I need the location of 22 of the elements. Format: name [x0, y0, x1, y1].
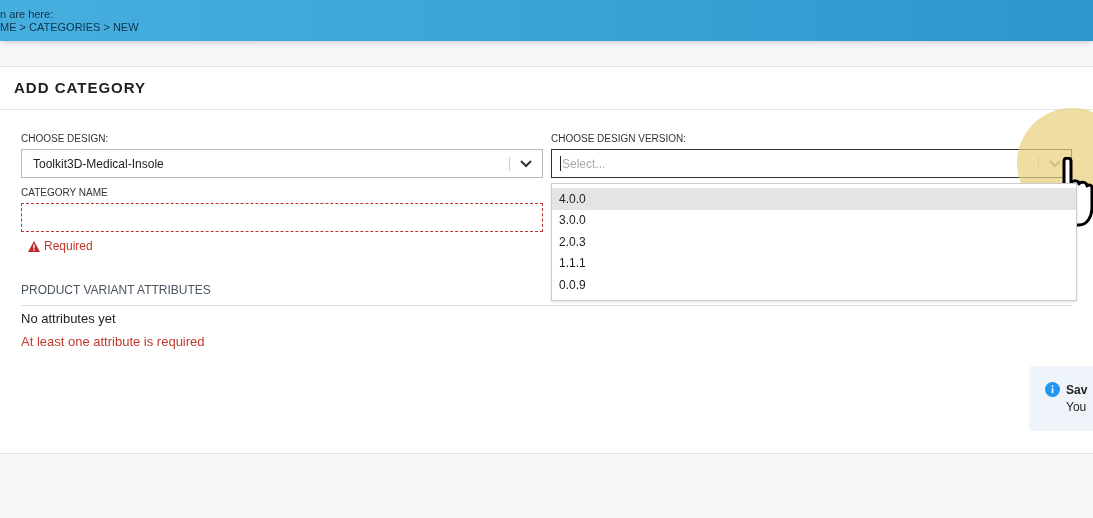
dropdown-option[interactable]: 4.0.0	[552, 188, 1076, 210]
toast-title: Sav	[1066, 382, 1088, 399]
design-select[interactable]: Toolkit3D-Medical-Insole	[21, 149, 543, 178]
dropdown-option[interactable]: 1.1.1	[552, 252, 1076, 274]
toast-message: You	[1066, 399, 1088, 416]
error-text: At least one attribute is required	[21, 332, 206, 351]
dropdown-option[interactable]: 3.0.0	[552, 209, 1076, 231]
section-heading: PRODUCT VARIANT ATTRIBUTES	[21, 281, 211, 299]
dropdown-option[interactable]: 0.0.9	[552, 274, 1076, 296]
field-label: CHOOSE DESIGN VERSION:	[551, 132, 688, 146]
warning-icon	[28, 240, 40, 252]
info-icon	[1045, 382, 1060, 397]
field-label: CATEGORY NAME	[21, 186, 109, 200]
chevron-icon	[520, 159, 532, 168]
breadcrumb: ME > CATEGORIES > NEW	[0, 20, 140, 34]
dropdown-option[interactable]: 2.0.3	[552, 231, 1076, 253]
error-text: Required	[44, 238, 93, 255]
category-name-field[interactable]	[21, 203, 543, 232]
location-label: n are here:	[0, 7, 55, 21]
field-label: CHOOSE DESIGN:	[21, 132, 110, 146]
card-title: ADD CATEGORY	[14, 77, 146, 98]
empty-message: No attributes yet	[21, 310, 117, 328]
